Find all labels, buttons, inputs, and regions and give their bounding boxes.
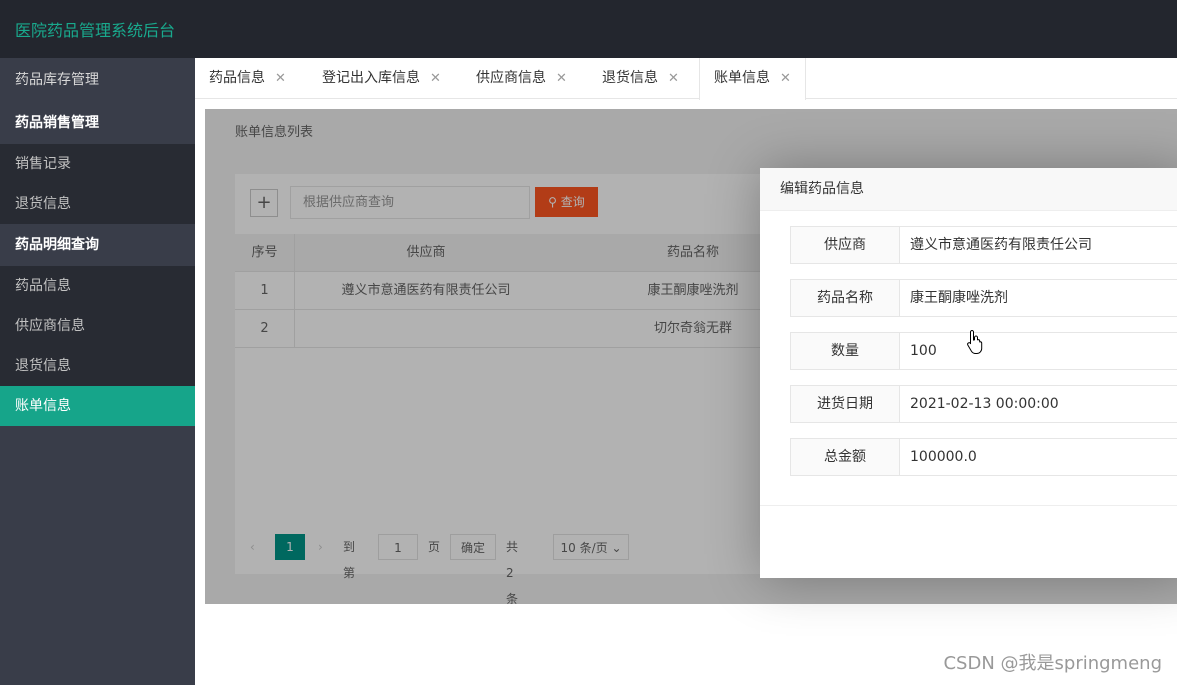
edit-drug-dialog: 编辑药品信息 供应商 遵义市意通医药有限责任公司 药品名称 康王酮康唑洗剂 数量… [760, 168, 1177, 578]
hand-cursor-icon [967, 329, 983, 354]
sidebar-item-supplier-info[interactable]: 供应商信息 [0, 306, 195, 346]
total-amount-input[interactable]: 100000.0 [899, 438, 1177, 476]
close-icon[interactable]: ✕ [556, 71, 567, 86]
tab-label: 药品信息 [209, 70, 265, 86]
close-icon[interactable]: ✕ [668, 71, 679, 86]
tab-bill-info[interactable]: 账单信息 ✕ [699, 58, 806, 100]
field-label: 进货日期 [790, 385, 900, 423]
sidebar-item-returns[interactable]: 退货信息 [0, 184, 195, 224]
field-label: 供应商 [790, 226, 900, 264]
sidebar-item-sales-records[interactable]: 销售记录 [0, 144, 195, 184]
field-label: 药品名称 [790, 279, 900, 317]
tab-stock-register[interactable]: 登记出入库信息 ✕ [308, 58, 455, 99]
close-icon[interactable]: ✕ [430, 71, 441, 86]
field-total-amount: 总金额 100000.0 [790, 438, 1177, 476]
dialog-divider [760, 505, 1177, 506]
field-drug-name: 药品名称 康王酮康唑洗剂 [790, 279, 1177, 317]
tab-label: 退货信息 [602, 70, 658, 86]
top-header: 医院药品管理系统后台 [0, 0, 1177, 58]
tab-label: 账单信息 [714, 70, 770, 86]
drug-name-input[interactable]: 康王酮康唑洗剂 [899, 279, 1177, 317]
sidebar-group-sales[interactable]: 药品销售管理 [0, 102, 195, 144]
tab-label: 供应商信息 [476, 70, 546, 86]
field-purchase-date: 进货日期 2021-02-13 00:00:00 [790, 385, 1177, 423]
supplier-input[interactable]: 遵义市意通医药有限责任公司 [899, 226, 1177, 264]
tab-label: 登记出入库信息 [322, 70, 420, 86]
sidebar-item-drug-info[interactable]: 药品信息 [0, 266, 195, 306]
app-title: 医院药品管理系统后台 [15, 21, 176, 40]
sidebar: 药品库存管理 药品销售管理 销售记录 退货信息 药品明细查询 药品信息 供应商信… [0, 58, 195, 685]
tab-drug-info[interactable]: 药品信息 ✕ [195, 58, 300, 99]
quantity-input[interactable]: 100 [899, 332, 1177, 370]
purchase-date-input[interactable]: 2021-02-13 00:00:00 [899, 385, 1177, 423]
sidebar-group-details[interactable]: 药品明细查询 [0, 224, 195, 266]
watermark: CSDN @我是springmeng [943, 653, 1162, 674]
sidebar-group-inventory[interactable]: 药品库存管理 [0, 58, 195, 102]
tab-return-info[interactable]: 退货信息 ✕ [588, 58, 693, 99]
field-supplier: 供应商 遵义市意通医药有限责任公司 [790, 226, 1177, 264]
close-icon[interactable]: ✕ [275, 71, 286, 86]
sidebar-item-bill-info[interactable]: 账单信息 [0, 386, 195, 426]
sidebar-submenu-details: 药品信息 供应商信息 退货信息 账单信息 [0, 266, 195, 426]
sidebar-submenu-sales: 销售记录 退货信息 [0, 144, 195, 224]
field-label: 数量 [790, 332, 900, 370]
tab-supplier-info[interactable]: 供应商信息 ✕ [462, 58, 581, 99]
dialog-title: 编辑药品信息 [760, 168, 1177, 211]
close-icon[interactable]: ✕ [780, 71, 791, 86]
tab-bar: 药品信息 ✕ 登记出入库信息 ✕ 供应商信息 ✕ 退货信息 ✕ 账单信息 ✕ [195, 58, 1177, 100]
field-label: 总金额 [790, 438, 900, 476]
sidebar-item-return-info[interactable]: 退货信息 [0, 346, 195, 386]
